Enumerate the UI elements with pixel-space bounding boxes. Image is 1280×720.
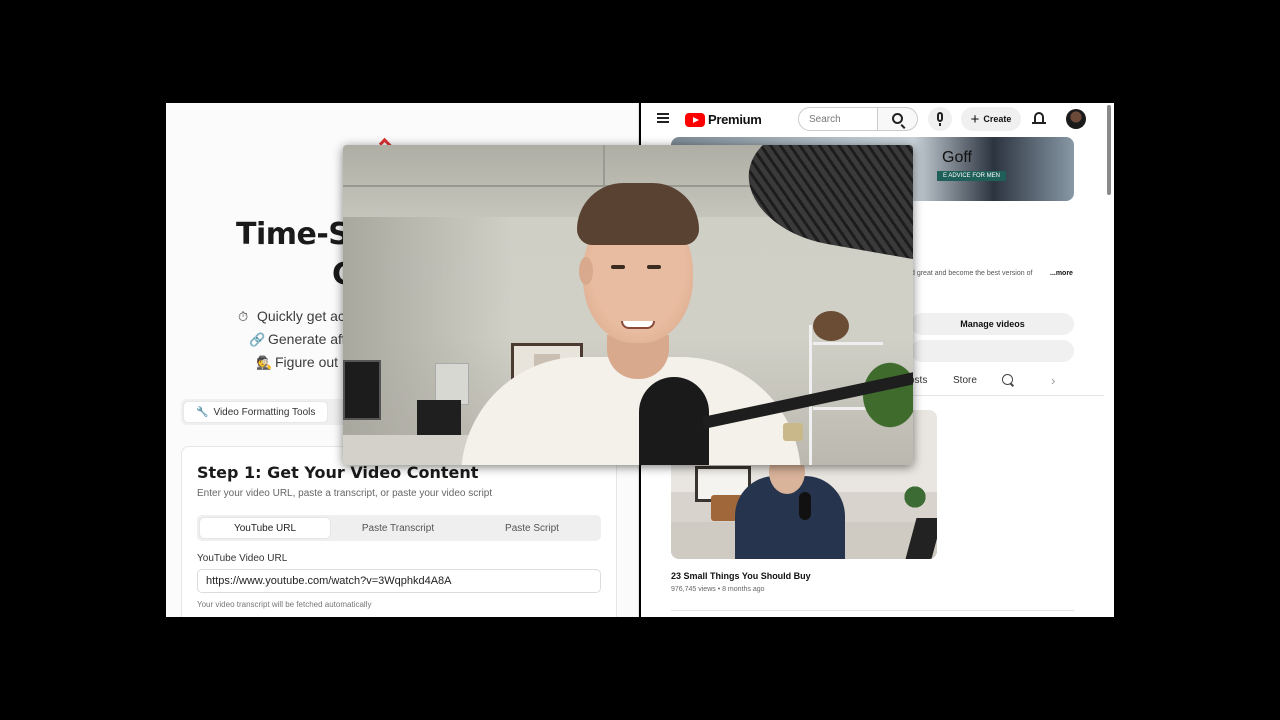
tab-paste-transcript[interactable]: Paste Transcript: [333, 518, 463, 538]
tab-youtube-url[interactable]: YouTube URL: [200, 518, 330, 538]
thumb-plant: [903, 482, 927, 512]
youtube-premium-logo[interactable]: Premium: [685, 112, 762, 127]
channel-search-icon[interactable]: [1002, 374, 1013, 385]
wrench-icon: 🔧: [196, 406, 209, 418]
webcam-award-box: [435, 363, 469, 405]
search-input[interactable]: Search: [798, 107, 878, 131]
search-button[interactable]: [878, 107, 918, 131]
feature-text: Quickly get ac: [257, 308, 345, 324]
notifications-bell-icon[interactable]: [1032, 111, 1046, 127]
feature-text: Generate aff: [268, 331, 346, 347]
hamburger-menu-icon[interactable]: [657, 113, 669, 123]
tab-paste-script[interactable]: Paste Script: [467, 518, 597, 538]
hero-title: Time-S: [236, 217, 350, 252]
account-avatar[interactable]: [1066, 109, 1086, 129]
description-more-link[interactable]: ...more: [1050, 270, 1073, 277]
stopwatch-icon: ⏱: [238, 309, 249, 324]
webcam-wall-clock: [813, 311, 849, 341]
section-divider: [671, 610, 1074, 611]
tab-label: Video Formatting Tools: [213, 406, 316, 418]
banner-tagline: E ADVICE FOR MEN: [937, 171, 1007, 181]
logo-text: Premium: [708, 112, 762, 127]
webcam-person-ear: [579, 257, 593, 285]
step-title: Step 1: Get Your Video Content: [197, 463, 479, 482]
video-title[interactable]: 23 Small Things You Should Buy: [671, 571, 811, 581]
microphone-icon: [937, 112, 943, 122]
feature-item: 🕵 Figure out: [256, 354, 338, 371]
feature-text: Figure out: [275, 354, 339, 370]
create-button[interactable]: + Create: [961, 107, 1021, 131]
detective-icon: 🕵: [256, 355, 273, 370]
create-label: Create: [983, 114, 1012, 124]
youtube-url-input[interactable]: https://www.youtube.com/watch?v=3Wqphkd4…: [197, 569, 601, 593]
youtube-play-icon: [685, 112, 705, 127]
youtube-topbar: Premium Search + Create: [641, 103, 1114, 135]
webcam-softbox-light: [738, 145, 913, 260]
secondary-channel-button[interactable]: [911, 340, 1074, 362]
webcam-person-eye: [647, 265, 661, 269]
channel-description: d great and become the best version of: [911, 270, 1033, 277]
manage-videos-button[interactable]: Manage videos: [911, 313, 1074, 335]
webcam-person-hair: [577, 183, 699, 245]
plus-icon: +: [970, 110, 980, 128]
microphone-stand: [939, 123, 941, 126]
step-1-card: Step 1: Get Your Video Content Enter you…: [181, 446, 617, 617]
video-meta: 976,745 views • 8 months ago: [671, 586, 765, 593]
input-mode-tabs: YouTube URL Paste Transcript Paste Scrip…: [197, 515, 601, 541]
webcam-monitor: [343, 360, 381, 420]
tab-video-formatting-tools[interactable]: 🔧 Video Formatting Tools: [184, 402, 328, 422]
chevron-right-icon[interactable]: ›: [1051, 373, 1055, 388]
link-icon: 🔗: [249, 332, 266, 347]
banner-name: Goff: [942, 149, 972, 166]
feature-item: 🔗 Generate aff: [249, 331, 346, 348]
screen-recording-stage: Time-S C ⏱Quickly get ac 🔗Generate aff 🕵…: [0, 0, 1280, 720]
page-scrollbar[interactable]: [1107, 105, 1111, 195]
url-hint: Your video transcript will be fetched au…: [197, 600, 372, 609]
webcam-mic-clip: [783, 423, 803, 441]
thumb-microphone: [799, 492, 811, 520]
step-subtitle: Enter your video URL, paste a transcript…: [197, 488, 493, 499]
bell-base: [1032, 122, 1046, 124]
webcam-person-mouth: [621, 321, 655, 329]
feature-item: ⏱ Quickly get ac: [238, 308, 345, 325]
webcam-overlay: [343, 145, 913, 465]
webcam-microphone: [639, 377, 709, 465]
tab-store[interactable]: Store: [953, 375, 977, 386]
webcam-person-eye: [611, 265, 625, 269]
search-icon: [892, 113, 903, 124]
voice-search-button[interactable]: [928, 107, 952, 131]
url-field-label: YouTube Video URL: [197, 553, 288, 564]
